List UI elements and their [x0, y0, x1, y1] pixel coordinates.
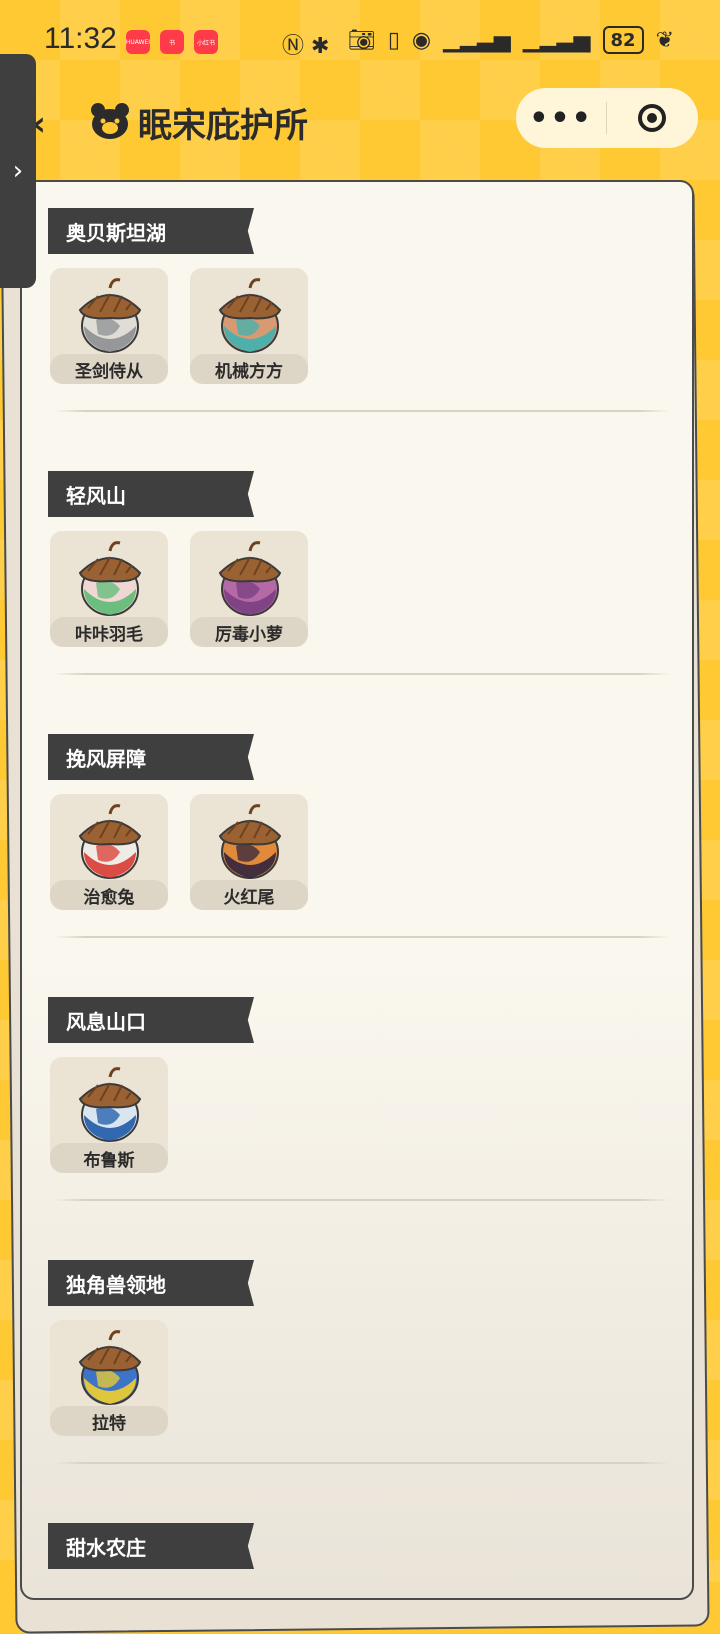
section-divider — [54, 1199, 670, 1201]
pet-card[interactable]: 厉毒小萝 — [190, 531, 308, 647]
side-drawer-toggle[interactable]: › — [0, 54, 36, 288]
region-title: 甜水农庄 — [48, 1523, 254, 1569]
region-title: 独角兽领地 — [48, 1260, 254, 1306]
pet-name: 厉毒小萝 — [190, 617, 308, 647]
pet-name: 治愈兔 — [50, 880, 168, 910]
hotspot-icon: ◉ — [411, 27, 432, 53]
target-icon — [638, 104, 666, 132]
status-bar: 11:32 HUAWEI 书 小红书 Ⓝ ✱ 📷︎ ▯ ◉ ▁▂▃▅ ▁▂▃▅ … — [0, 0, 720, 84]
vibrate-icon: ▯ — [387, 27, 400, 53]
battery-indicator: 82 — [602, 26, 644, 54]
signal-icon: ▁▂▃▅ — [443, 27, 511, 53]
acorn-pet-icon — [78, 278, 142, 353]
close-button[interactable] — [607, 88, 697, 148]
pet-list-panel: 奥贝斯坦湖圣剑侍从 机械方方轻风山咔咔羽毛 厉毒小萝挽风屏障治愈兔 火红尾风息山口布鲁… — [20, 180, 694, 1600]
pet-card[interactable]: 布鲁斯 — [50, 1057, 168, 1173]
pet-name: 火红尾 — [190, 880, 308, 910]
region-title: 轻风山 — [48, 471, 254, 517]
region-title: 风息山口 — [48, 997, 254, 1043]
region-title: 挽风屏障 — [48, 734, 254, 780]
acorn-pet-icon — [78, 1067, 142, 1142]
nfc-bluetooth-icons: Ⓝ ✱ — [282, 34, 330, 59]
xiaohongshu-app-icon: 小红书 — [194, 30, 218, 54]
pet-cards: 布鲁斯 — [50, 1057, 168, 1173]
pet-cards: 治愈兔 火红尾 — [50, 794, 308, 910]
huawei-app-icon: HUAWEI — [126, 30, 150, 54]
region-title: 奥贝斯坦湖 — [48, 208, 254, 254]
pet-card[interactable]: 圣剑侍从 — [50, 268, 168, 384]
chevron-right-icon: › — [12, 156, 24, 186]
section-divider — [54, 936, 670, 938]
page-title: 眠宋庇护所 — [138, 106, 308, 146]
acorn-pet-icon — [218, 278, 282, 353]
pet-card[interactable]: 机械方方 — [190, 268, 308, 384]
acorn-pet-icon — [78, 804, 142, 879]
signal-2-icon: ▁▂▃▅ — [522, 27, 591, 53]
section-divider — [54, 1462, 670, 1464]
book-app-icon: 书 — [160, 30, 184, 54]
status-right: 📷︎ ▯ ◉ ▁▂▃▅ ▁▂▃▅ 82 ❦ — [348, 26, 674, 54]
app-header: ‹‹ 眠宋庇护所 ••• — [0, 84, 720, 164]
pet-name: 咔咔羽毛 — [50, 617, 168, 647]
acorn-pet-icon — [78, 541, 142, 616]
camera-icon: 📷︎ — [347, 27, 376, 53]
acorn-pet-icon — [218, 804, 282, 879]
acorn-pet-icon — [78, 1330, 142, 1405]
leaf-icon: ❦ — [655, 27, 674, 53]
pet-name: 圣剑侍从 — [50, 354, 168, 384]
pet-cards: 拉特 — [50, 1320, 168, 1436]
bear-logo-icon — [91, 103, 129, 139]
more-button[interactable]: ••• — [516, 88, 606, 148]
status-time: 11:32 — [44, 22, 117, 55]
pet-name: 机械方方 — [190, 354, 308, 384]
pet-name: 拉特 — [50, 1406, 168, 1436]
section-divider — [54, 673, 670, 675]
pet-name: 布鲁斯 — [50, 1143, 168, 1173]
notification-icons: HUAWEI 书 小红书 — [126, 30, 218, 54]
mini-program-capsule: ••• — [516, 88, 698, 148]
pet-card[interactable]: 治愈兔 — [50, 794, 168, 910]
pet-card[interactable]: 火红尾 — [190, 794, 308, 910]
acorn-pet-icon — [218, 541, 282, 616]
pet-cards: 圣剑侍从 机械方方 — [50, 268, 308, 384]
pet-cards: 咔咔羽毛 厉毒小萝 — [50, 531, 308, 647]
pet-card[interactable]: 拉特 — [50, 1320, 168, 1436]
pet-card[interactable]: 咔咔羽毛 — [50, 531, 168, 647]
section-divider — [54, 410, 670, 412]
